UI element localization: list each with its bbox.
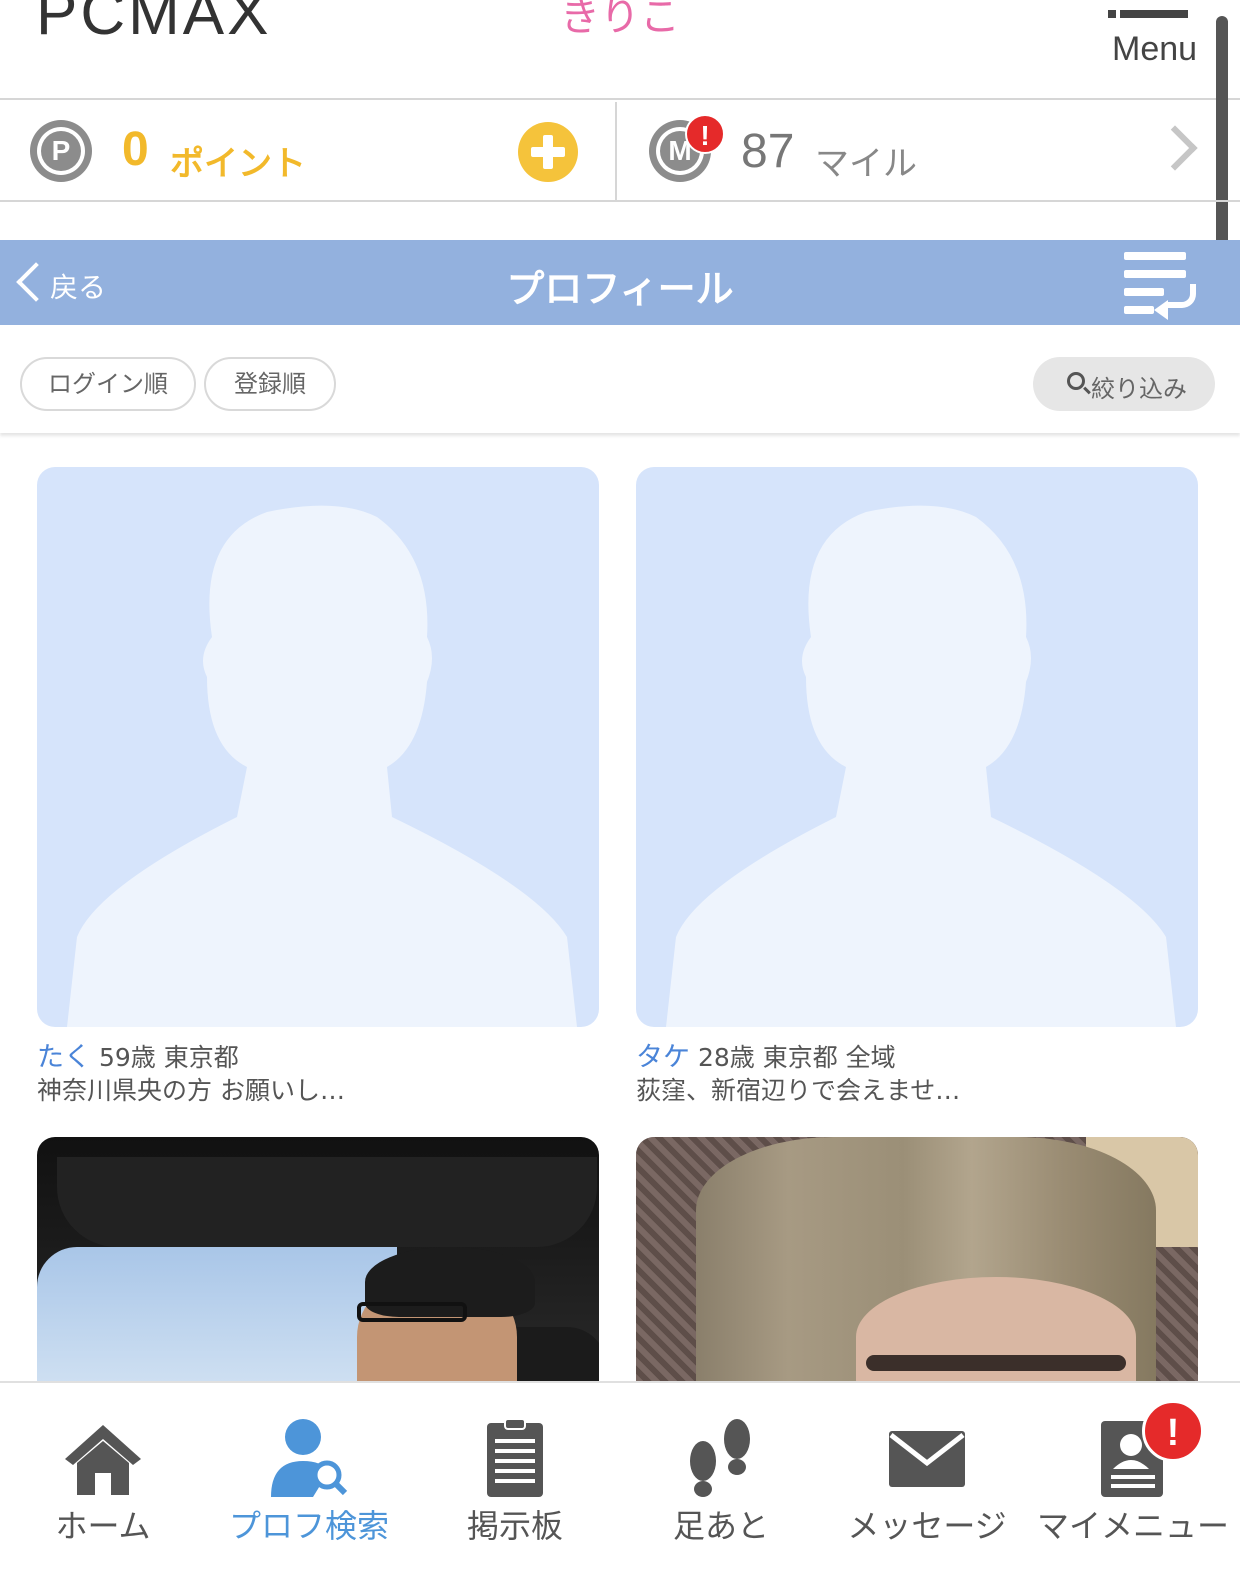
- nav-label: ホーム: [55, 1507, 151, 1545]
- profile-photo[interactable]: [636, 1137, 1198, 1382]
- nav-messages[interactable]: メッセージ: [824, 1383, 1030, 1576]
- nav-label: 掲示板: [466, 1507, 563, 1545]
- profile-message: 荻窪、新宿辺りで会えませ…: [636, 1076, 961, 1105]
- profile-photo[interactable]: [37, 1137, 599, 1382]
- add-points-button[interactable]: [518, 122, 578, 182]
- profile-card[interactable]: たく 59歳 東京都 神奈川県央の方 お願いし…: [37, 467, 599, 1105]
- profile-meta: たく 59歳 東京都: [37, 1035, 599, 1074]
- bulletin-board-icon: [487, 1418, 543, 1497]
- nav-home[interactable]: ホーム: [0, 1383, 206, 1576]
- points-value: 0: [122, 123, 149, 176]
- profile-meta: タケ 28歳 東京都 全域: [636, 1035, 1198, 1074]
- filter-label: 絞り込み: [1091, 375, 1187, 403]
- menu-label: Menu: [1112, 30, 1198, 68]
- app-header: PCMAX きりこ Menu: [0, 0, 1240, 100]
- nav-label: メッセージ: [847, 1507, 1007, 1545]
- points-section: P 0 ポイント: [0, 102, 617, 200]
- points-icon: P: [30, 120, 92, 182]
- miles-section[interactable]: M ! 87 マイル: [619, 102, 1240, 200]
- profile-card[interactable]: [37, 1137, 599, 1382]
- bottom-nav: ホーム プロフ検索 掲示板 足あと メッセージ マイメニュー: [0, 1381, 1240, 1576]
- sort-login-order-button[interactable]: ログイン順: [20, 357, 196, 411]
- sort-register-order-button[interactable]: 登録順: [204, 357, 336, 411]
- nav-label: プロフ検索: [228, 1507, 389, 1545]
- profile-search-icon: [271, 1419, 348, 1497]
- page-title: プロフィール: [506, 267, 734, 311]
- chevron-right-icon: [1152, 125, 1198, 171]
- back-button[interactable]: 戻る: [14, 258, 134, 308]
- profile-name[interactable]: たく: [37, 1042, 91, 1073]
- nav-label: 足あと: [672, 1507, 769, 1545]
- miles-unit: マイル: [815, 144, 917, 184]
- nav-bulletin-board[interactable]: 掲示板: [412, 1383, 618, 1576]
- profile-card[interactable]: タケ 28歳 東京都 全域 荻窪、新宿辺りで会えませ…: [636, 467, 1198, 1105]
- profile-placeholder-avatar[interactable]: [636, 467, 1198, 1027]
- home-icon: [65, 1425, 141, 1495]
- profile-placeholder-avatar[interactable]: [37, 467, 599, 1027]
- points-unit: ポイント: [170, 144, 306, 184]
- filter-button[interactable]: 絞り込み: [1033, 357, 1215, 411]
- profile-info: 28歳 東京都 全域: [697, 1043, 896, 1072]
- envelope-icon: [889, 1431, 965, 1487]
- pcmax-logo[interactable]: PCMAX: [36, 0, 271, 49]
- list-view-switch-icon[interactable]: [1120, 250, 1200, 320]
- menu-button[interactable]: Menu: [1108, 0, 1210, 80]
- back-label: 戻る: [50, 271, 107, 304]
- profile-card[interactable]: [636, 1137, 1198, 1382]
- nav-label: マイメニュー: [1036, 1507, 1229, 1545]
- footprints-icon: [690, 1419, 750, 1497]
- profile-message: 神奈川県央の方 お願いし…: [37, 1076, 345, 1105]
- nav-profile-search[interactable]: プロフ検索: [206, 1383, 412, 1576]
- profile-info: 59歳 東京都: [98, 1043, 239, 1072]
- miles-value: 87: [741, 125, 795, 178]
- nav-my-menu[interactable]: マイメニュー: [1030, 1383, 1236, 1576]
- my-menu-alert-badge: !: [1142, 1400, 1204, 1462]
- nav-footprints[interactable]: 足あと: [618, 1383, 824, 1576]
- profile-name[interactable]: タケ: [636, 1042, 690, 1073]
- username: きりこ: [560, 0, 680, 40]
- miles-alert-badge: !: [685, 114, 725, 154]
- menu-icon: [1108, 10, 1188, 18]
- points-bar: P 0 ポイント M ! 87 マイル: [0, 102, 1240, 202]
- title-bar: プロフィール 戻る: [0, 240, 1240, 325]
- search-icon: [1067, 372, 1085, 390]
- sort-bar: ログイン順 登録順 絞り込み: [0, 325, 1240, 433]
